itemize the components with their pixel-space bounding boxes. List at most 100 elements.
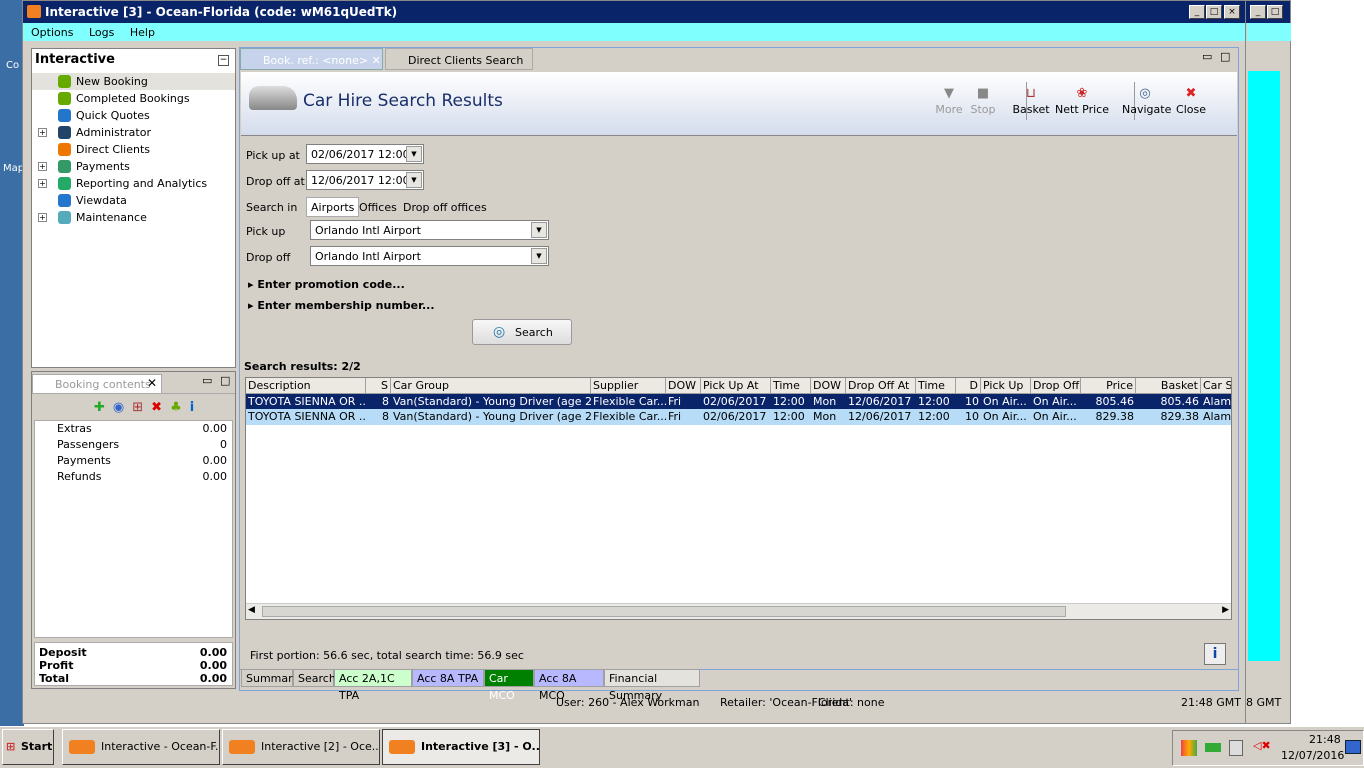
nav-item[interactable]: + Payments [32,158,235,175]
table-cell: Flexible Car... [593,410,666,423]
column-header[interactable]: D [956,378,981,394]
column-header[interactable]: Car Group [391,378,591,394]
network-card-icon[interactable] [1205,743,1221,752]
search-in-drop-off-offices[interactable]: Drop off offices [403,201,487,214]
maximize-panel-icon[interactable]: □ [220,374,230,387]
bottom-tab-financial-summary[interactable]: Financial Summary [604,669,700,702]
show-desktop-icon[interactable] [1345,740,1361,754]
dropoff-at-field[interactable]: 12/06/2017 12:00 ▼ [306,170,424,190]
close-button[interactable]: ✖ Close [1168,87,1214,117]
tab-direct-clients-search[interactable]: Direct Clients Search [385,48,533,70]
nav-item[interactable]: Viewdata [32,192,235,209]
dropoff-select[interactable]: Orlando Intl Airport ▼ [310,246,549,266]
speaker-muted-icon[interactable]: ◁✖ [1253,739,1271,752]
nav-item[interactable]: + Administrator [32,124,235,141]
column-header[interactable]: Pick Up At [701,378,771,394]
column-header[interactable]: Time [771,378,811,394]
close-window-button[interactable]: × [1224,5,1240,19]
nav-item[interactable]: Quick Quotes [32,107,235,124]
add-icon[interactable]: ✚ [94,400,113,415]
scroll-right-icon[interactable]: ▶ [1222,605,1229,615]
column-header[interactable]: Supplier [591,378,666,394]
column-header[interactable]: Drop Off [1031,378,1081,394]
table-row[interactable]: TOYOTA SIENNA OR ... 8 Van(Standard) - You… [246,394,1231,410]
maximize-button[interactable]: □ [1267,5,1283,19]
bottom-tab-summary[interactable]: Summary [241,669,299,687]
info-button[interactable]: i [1204,643,1226,665]
scrollbar-thumb[interactable] [262,606,1066,617]
palm-icon[interactable]: ♣ [170,400,190,415]
column-header[interactable]: Basket [1136,378,1201,394]
column-header[interactable]: DOW [666,378,701,394]
table-row[interactable]: TOYOTA SIENNA OR ... 8 Van(Standard) - You… [246,409,1231,425]
nett-price-button[interactable]: ❀ Nett Price [1054,87,1110,117]
dropdown-arrow-icon[interactable]: ▼ [531,248,547,264]
column-header[interactable]: Pick Up [981,378,1031,394]
network-icon[interactable] [1229,740,1243,756]
expand-icon[interactable]: + [38,162,47,171]
collapse-icon[interactable]: − [218,55,229,66]
dropdown-arrow-icon[interactable]: ▼ [531,222,547,238]
expand-icon[interactable]: + [38,179,47,188]
taskbar-item[interactable]: Interactive [3] - O... [382,729,540,765]
maximize-panel-icon[interactable]: □ [1220,50,1230,63]
menu-help[interactable]: Help [130,26,155,39]
nav-item[interactable]: Direct Clients [32,141,235,158]
quote-icon[interactable]: ◉ [113,400,132,415]
column-header[interactable]: Car S [1201,378,1231,394]
desktop-icon[interactable]: Map [3,163,24,174]
bottom-tab-acc-8a-mco[interactable]: Acc 8A MCO [534,669,604,702]
stop-button[interactable]: ■ Stop [960,87,1006,117]
promo-code-expander[interactable]: ▸ Enter promotion code... [248,278,405,291]
search-button[interactable]: ◎ Search [472,319,572,345]
search-in-airports[interactable]: Airports [306,197,360,217]
horizontal-scrollbar[interactable]: ◀ ▶ [246,603,1231,619]
minimize-panel-icon[interactable]: ▭ [1202,50,1212,63]
minimize-button[interactable]: _ [1189,5,1205,19]
search-in-offices[interactable]: Offices [359,201,397,214]
column-header[interactable]: Price [1081,378,1136,394]
expand-icon[interactable]: + [38,128,47,137]
booking-contents-tab[interactable]: Booking contents [32,374,162,394]
scroll-left-icon[interactable]: ◀ [248,605,255,615]
dropdown-arrow-icon[interactable]: ▼ [406,172,422,188]
column-header[interactable]: DOW [811,378,846,394]
nav-item[interactable]: + Reporting and Analytics [32,175,235,192]
nav-item[interactable]: New Booking [32,73,235,90]
start-button[interactable]: ⊞ Start [2,729,54,765]
basket-icon[interactable]: ⊞ [132,400,151,415]
basket-button[interactable]: ⊔ Basket [1008,87,1054,117]
maximize-button[interactable]: □ [1206,5,1222,19]
bottom-tab-acc-2a-1c-tpa[interactable]: Acc 2A,1C TPA [334,669,412,702]
column-header[interactable]: Drop Off At [846,378,916,394]
close-tab-icon[interactable]: ✕ [372,54,381,67]
antivirus-icon[interactable] [1181,740,1197,756]
column-header[interactable]: S [366,378,391,394]
close-tab-icon[interactable]: ✕ [147,376,157,390]
nav-item[interactable]: Completed Bookings [32,90,235,107]
bottom-tab-search[interactable]: Search [293,669,336,687]
tab-book-ref[interactable]: Book. ref.: <none> ✕ [240,48,383,70]
taskbar-item[interactable]: Interactive [2] - Oce... [222,729,380,765]
table-header[interactable]: Description S Car Group Supplier DOW Pick Up … [246,378,1231,394]
delete-icon[interactable]: ✖ [151,400,170,415]
membership-expander[interactable]: ▸ Enter membership number... [248,299,435,312]
info-icon[interactable]: i [190,400,202,415]
desktop-icon[interactable]: Co [6,60,19,71]
column-header[interactable]: Time [916,378,956,394]
pickup-at-field[interactable]: 02/06/2017 12:00 ▼ [306,144,424,164]
menu-options[interactable]: Options [31,26,73,39]
minimize-panel-icon[interactable]: ▭ [202,374,212,387]
dropdown-arrow-icon[interactable]: ▼ [406,146,422,162]
bottom-tab-car-mco[interactable]: Car MCO [484,669,534,702]
bottom-tab-acc-8a-tpa[interactable]: Acc 8A TPA [412,669,484,687]
pickup-select[interactable]: Orlando Intl Airport ▼ [310,220,549,240]
background-window[interactable]: _ □ 8 GMT [1245,0,1291,724]
taskbar-item[interactable]: Interactive - Ocean-F... [62,729,220,765]
menu-logs[interactable]: Logs [89,26,114,39]
navigate-button[interactable]: ◎ Navigate [1122,87,1171,117]
nav-item[interactable]: + Maintenance [32,209,235,226]
column-header[interactable]: Description [246,378,366,394]
minimize-button[interactable]: _ [1250,5,1266,19]
expand-icon[interactable]: + [38,213,47,222]
